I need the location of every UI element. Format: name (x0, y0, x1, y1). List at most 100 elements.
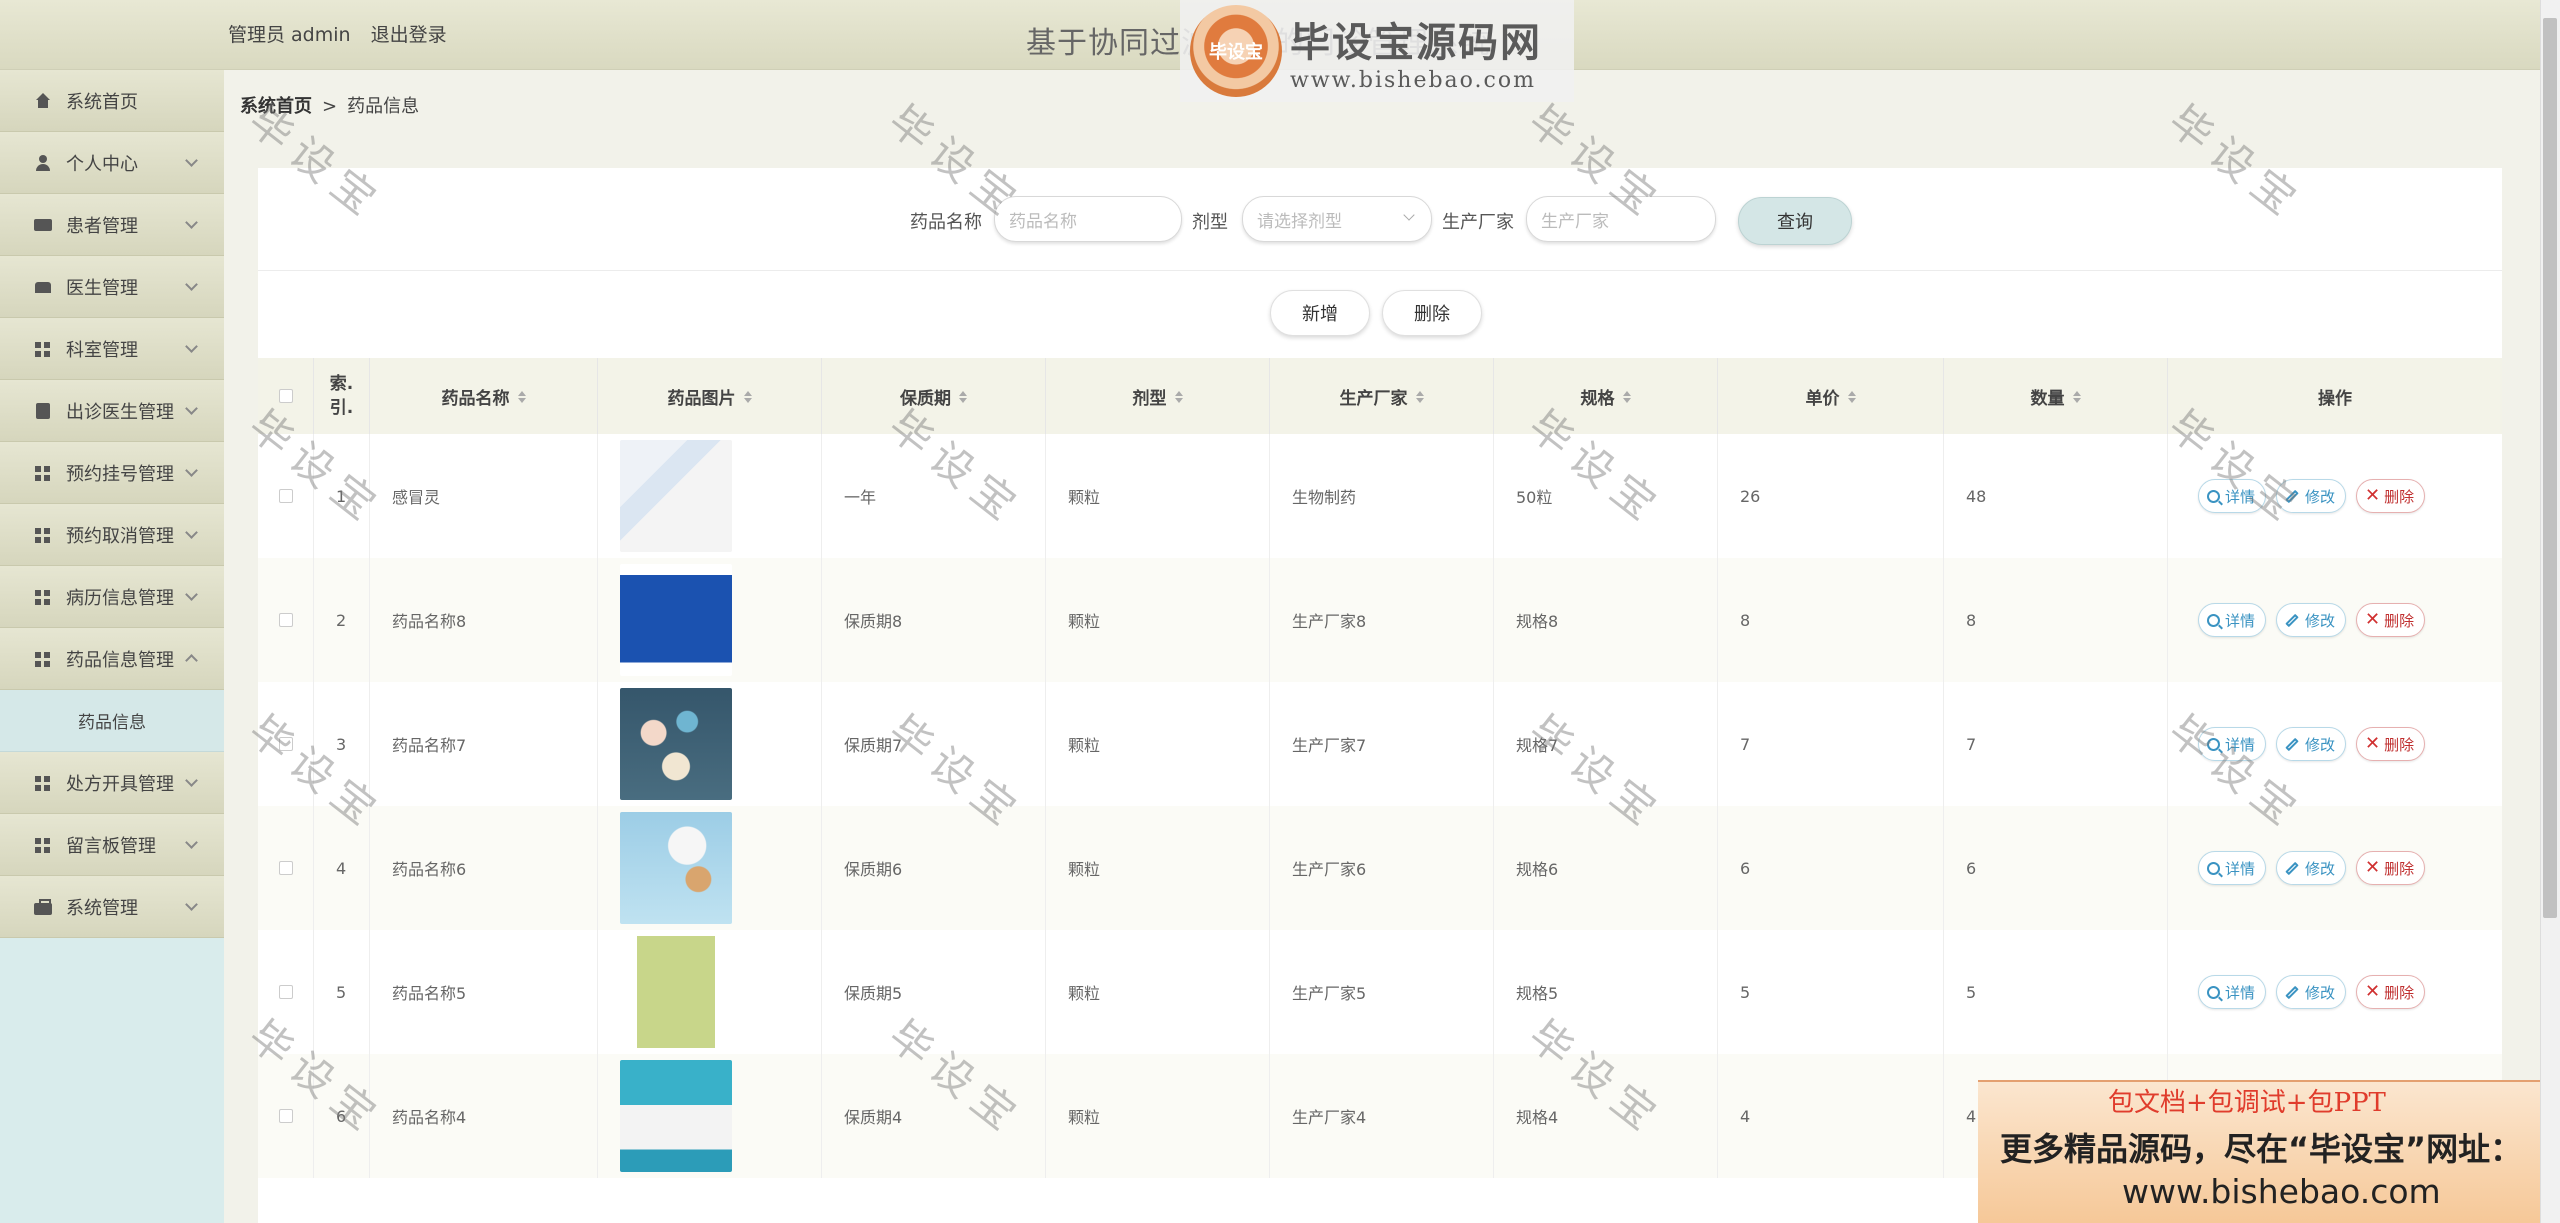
sort-icon[interactable] (517, 390, 526, 403)
grid-icon (34, 651, 52, 667)
cell-actions: 详情修改 ✕删除 (2168, 930, 2502, 1054)
promo-url[interactable]: www.bishebao.com (2122, 1172, 2441, 1211)
cell-shelf-life: 保质期6 (822, 806, 1046, 930)
maker-input[interactable]: 生产厂家 (1526, 196, 1716, 242)
detail-button[interactable]: 详情 (2198, 479, 2267, 513)
sort-icon[interactable] (1847, 390, 1856, 403)
cell-image (598, 682, 822, 806)
add-button[interactable]: 新增 (1270, 290, 1370, 336)
header-maker[interactable]: 生产厂家 (1270, 358, 1494, 434)
delete-button[interactable]: ✕删除 (2356, 479, 2426, 513)
search-icon (2207, 737, 2220, 751)
sidebar-item-profile[interactable]: 个人中心 (0, 132, 224, 194)
header-spec[interactable]: 规格 (1494, 358, 1718, 434)
cell-shelf-life: 一年 (822, 434, 1046, 558)
cell-spec: 50粒 (1494, 434, 1718, 558)
breadcrumb-separator: > (322, 96, 338, 117)
scrollbar-thumb[interactable] (2543, 18, 2557, 918)
sidebar-item-records[interactable]: 病历信息管理 (0, 566, 224, 628)
query-button[interactable]: 查询 (1738, 197, 1852, 245)
delete-button[interactable]: ✕删除 (2356, 603, 2426, 637)
sort-icon[interactable] (1415, 390, 1424, 403)
edit-button[interactable]: 修改 (2276, 603, 2347, 637)
cell-actions: 详情修改 ✕删除 (2168, 434, 2502, 558)
row-checkbox[interactable] (278, 861, 293, 875)
cell-image (598, 806, 822, 930)
cell-index: 6 (314, 1054, 370, 1178)
sidebar-item-doctors[interactable]: 医生管理 (0, 256, 224, 318)
sidebar-item-system[interactable]: 系统管理 (0, 876, 224, 938)
grid-icon (34, 775, 52, 791)
checkbox-cell (258, 1054, 314, 1178)
row-checkbox[interactable] (278, 737, 293, 751)
header-price[interactable]: 单价 (1718, 358, 1944, 434)
sidebar-item-medicine[interactable]: 药品信息管理 (0, 628, 224, 690)
cell-form: 颗粒 (1046, 1054, 1270, 1178)
cell-image (598, 558, 822, 682)
cell-actions: 详情修改 ✕删除 (2168, 806, 2502, 930)
row-checkbox[interactable] (278, 1109, 293, 1123)
chevron-down-icon (185, 402, 198, 415)
edit-button[interactable]: 修改 (2276, 479, 2347, 513)
sort-icon[interactable] (1622, 390, 1631, 403)
name-input[interactable]: 药品名称 (994, 196, 1182, 242)
type-select[interactable]: 请选择剂型 (1242, 196, 1432, 242)
row-checkbox[interactable] (278, 613, 293, 627)
sidebar-subitem-medicine-info[interactable]: 药品信息 (0, 690, 224, 752)
header-actions: 操作 (2318, 388, 2352, 409)
header-name[interactable]: 药品名称 (370, 358, 598, 434)
sidebar-item-appointments[interactable]: 预约挂号管理 (0, 442, 224, 504)
sort-icon[interactable] (1174, 390, 1183, 403)
chevron-down-icon (185, 340, 198, 353)
medicine-image (620, 688, 732, 800)
batch-delete-button[interactable]: 删除 (1382, 290, 1482, 336)
sidebar-item-cancellations[interactable]: 预约取消管理 (0, 504, 224, 566)
detail-button[interactable]: 详情 (2198, 727, 2267, 761)
cell-price: 4 (1718, 1054, 1944, 1178)
row-checkbox[interactable] (278, 489, 293, 503)
promo-line1: 包文档+包调试+包PPT (2108, 1088, 2386, 1118)
edit-button[interactable]: 修改 (2276, 975, 2347, 1009)
detail-button[interactable]: 详情 (2198, 851, 2267, 885)
sort-icon[interactable] (2072, 390, 2081, 403)
sidebar-item-messages[interactable]: 留言板管理 (0, 814, 224, 876)
logout-link[interactable]: 退出登录 (371, 24, 447, 46)
cell-spec: 规格8 (1494, 558, 1718, 682)
medicine-image (620, 936, 732, 1048)
delete-button[interactable]: ✕删除 (2356, 851, 2426, 885)
header-shelf-life[interactable]: 保质期 (822, 358, 1046, 434)
breadcrumb-home[interactable]: 系统首页 (240, 96, 312, 117)
detail-button[interactable]: 详情 (2198, 603, 2267, 637)
chevron-down-icon (185, 898, 198, 911)
checkbox-cell (258, 682, 314, 806)
close-icon: ✕ (2365, 733, 2381, 754)
cell-maker: 生产厂家8 (1270, 558, 1494, 682)
divider (258, 270, 2502, 271)
row-checkbox[interactable] (278, 985, 293, 999)
header-image[interactable]: 药品图片 (598, 358, 822, 434)
close-icon: ✕ (2365, 981, 2381, 1002)
sort-icon[interactable] (743, 390, 752, 403)
sidebar-item-prescriptions[interactable]: 处方开具管理 (0, 752, 224, 814)
chevron-down-icon (185, 154, 198, 167)
delete-button[interactable]: ✕删除 (2356, 975, 2426, 1009)
cell-form: 颗粒 (1046, 558, 1270, 682)
header-quantity[interactable]: 数量 (1944, 358, 2168, 434)
delete-button[interactable]: ✕删除 (2356, 727, 2426, 761)
maker-label: 生产厂家 (1442, 212, 1514, 233)
cell-price: 5 (1718, 930, 1944, 1054)
promo-banner[interactable]: 包文档+包调试+包PPT 更多精品源码，尽在“毕设宝”网址： www.bishe… (1978, 1080, 2560, 1223)
sidebar-item-home[interactable]: 系统首页 (0, 70, 224, 132)
edit-button[interactable]: 修改 (2276, 851, 2347, 885)
select-all-checkbox[interactable] (278, 389, 293, 403)
sort-icon[interactable] (959, 390, 967, 403)
sidebar-item-visiting-doctors[interactable]: 出诊医生管理 (0, 380, 224, 442)
header-form[interactable]: 剂型 (1046, 358, 1270, 434)
sidebar-item-departments[interactable]: 科室管理 (0, 318, 224, 380)
detail-button[interactable]: 详情 (2198, 975, 2267, 1009)
cell-quantity: 48 (1944, 434, 2168, 558)
logo-url: www.bishebao.com (1290, 67, 1536, 93)
cell-form: 颗粒 (1046, 434, 1270, 558)
edit-button[interactable]: 修改 (2276, 727, 2347, 761)
sidebar-item-patients[interactable]: 患者管理 (0, 194, 224, 256)
